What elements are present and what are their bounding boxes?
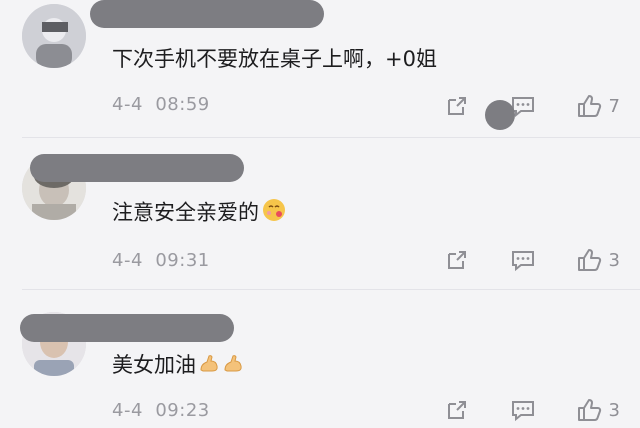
comment-actions: 3 [443,246,620,274]
like-icon[interactable] [575,396,603,424]
comment-text: 下次手机不要放在桌子上啊，+0姐 [112,47,437,71]
redaction-dot [485,100,515,130]
flexed-biceps-emoji [198,352,220,381]
comment-timestamp: 4-4 09:23 [112,400,210,421]
username-redacted[interactable] [30,154,244,182]
like-count: 3 [608,249,620,271]
face-kiss-emoji [261,197,287,230]
comment-timestamp: 4-4 09:31 [112,250,210,271]
username-redacted[interactable] [90,0,324,28]
avatar[interactable] [22,4,86,68]
like-icon[interactable] [575,246,603,274]
avatar-image [22,4,86,68]
like-icon[interactable] [575,92,603,120]
like-count: 3 [608,399,620,421]
reply-icon[interactable] [509,396,537,424]
flexed-biceps-emoji [222,352,244,381]
comment-item: 美女加油 4-4 09:23 3 [0,290,640,422]
comment-item: 下次手机不要放在桌子上啊，+0姐 4-4 08:59 7 [0,0,640,135]
like-count: 7 [608,95,620,117]
comment-text: 美女加油 [112,351,244,381]
share-icon[interactable] [443,396,471,424]
comment-text: 注意安全亲爱的 [112,197,287,230]
share-icon[interactable] [443,246,471,274]
comment-actions: 7 [443,92,620,120]
comment-item: 注意安全亲爱的 4-4 09:31 3 [0,138,640,288]
username-redacted[interactable] [20,314,234,342]
comment-actions: 3 [443,396,620,424]
reply-icon[interactable] [509,246,537,274]
share-icon[interactable] [443,92,471,120]
comment-timestamp: 4-4 08:59 [112,94,210,115]
